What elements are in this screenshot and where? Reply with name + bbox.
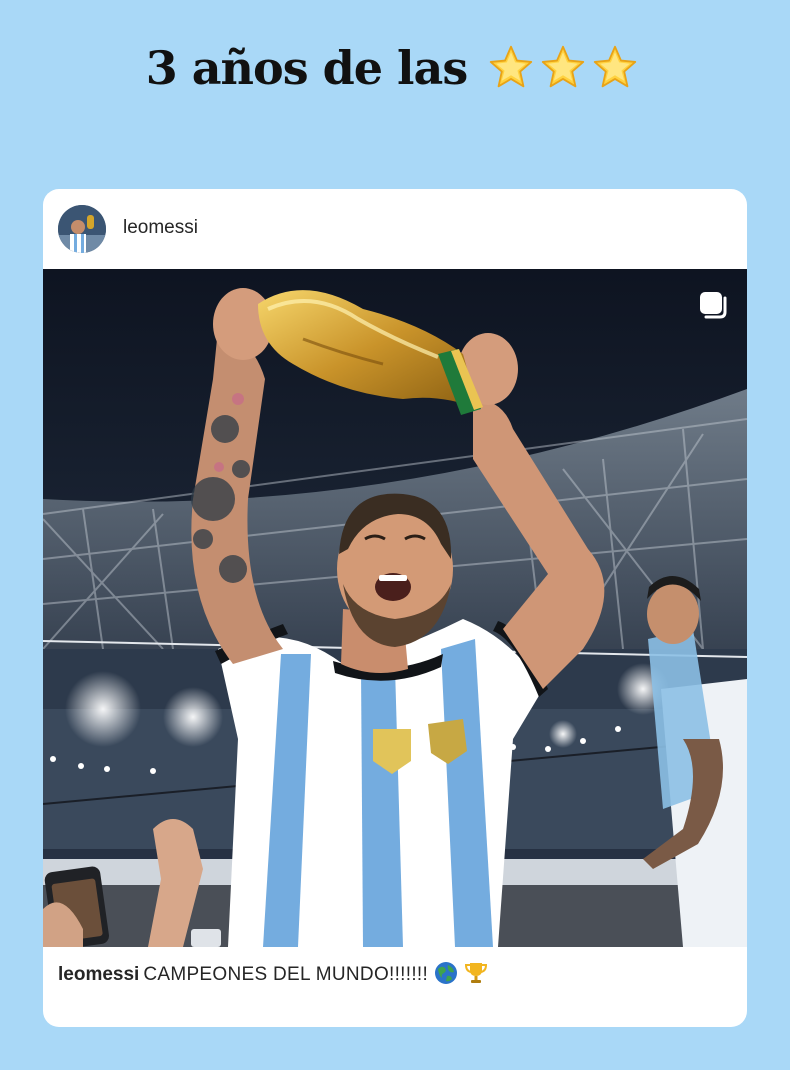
profile-photo-icon — [58, 205, 106, 253]
star-icon — [594, 45, 637, 88]
caption-username[interactable]: leomessi — [58, 964, 139, 985]
avatar[interactable] — [58, 205, 106, 253]
headline: 3 años de las — [0, 38, 790, 104]
multiple-photos-icon[interactable] — [697, 289, 729, 321]
stars-emoji-group — [488, 44, 644, 104]
instagram-post-card: leomessi leomessi CAMPEONES DEL MUNDO!!!… — [43, 189, 747, 1027]
photo-player-lifting-trophy — [43, 269, 747, 947]
trophy-icon — [464, 961, 488, 994]
caption-text: CAMPEONES DEL MUNDO!!!!!!! — [143, 964, 429, 985]
star-icon — [490, 45, 533, 88]
globe-icon — [434, 961, 458, 994]
post-caption: leomessi CAMPEONES DEL MUNDO!!!!!!! — [58, 961, 738, 994]
star-icon — [542, 45, 585, 88]
post-photo[interactable] — [43, 269, 747, 947]
post-header: leomessi — [43, 189, 747, 269]
headline-text: 3 años de las — [145, 41, 468, 95]
post-username[interactable]: leomessi — [123, 217, 198, 239]
